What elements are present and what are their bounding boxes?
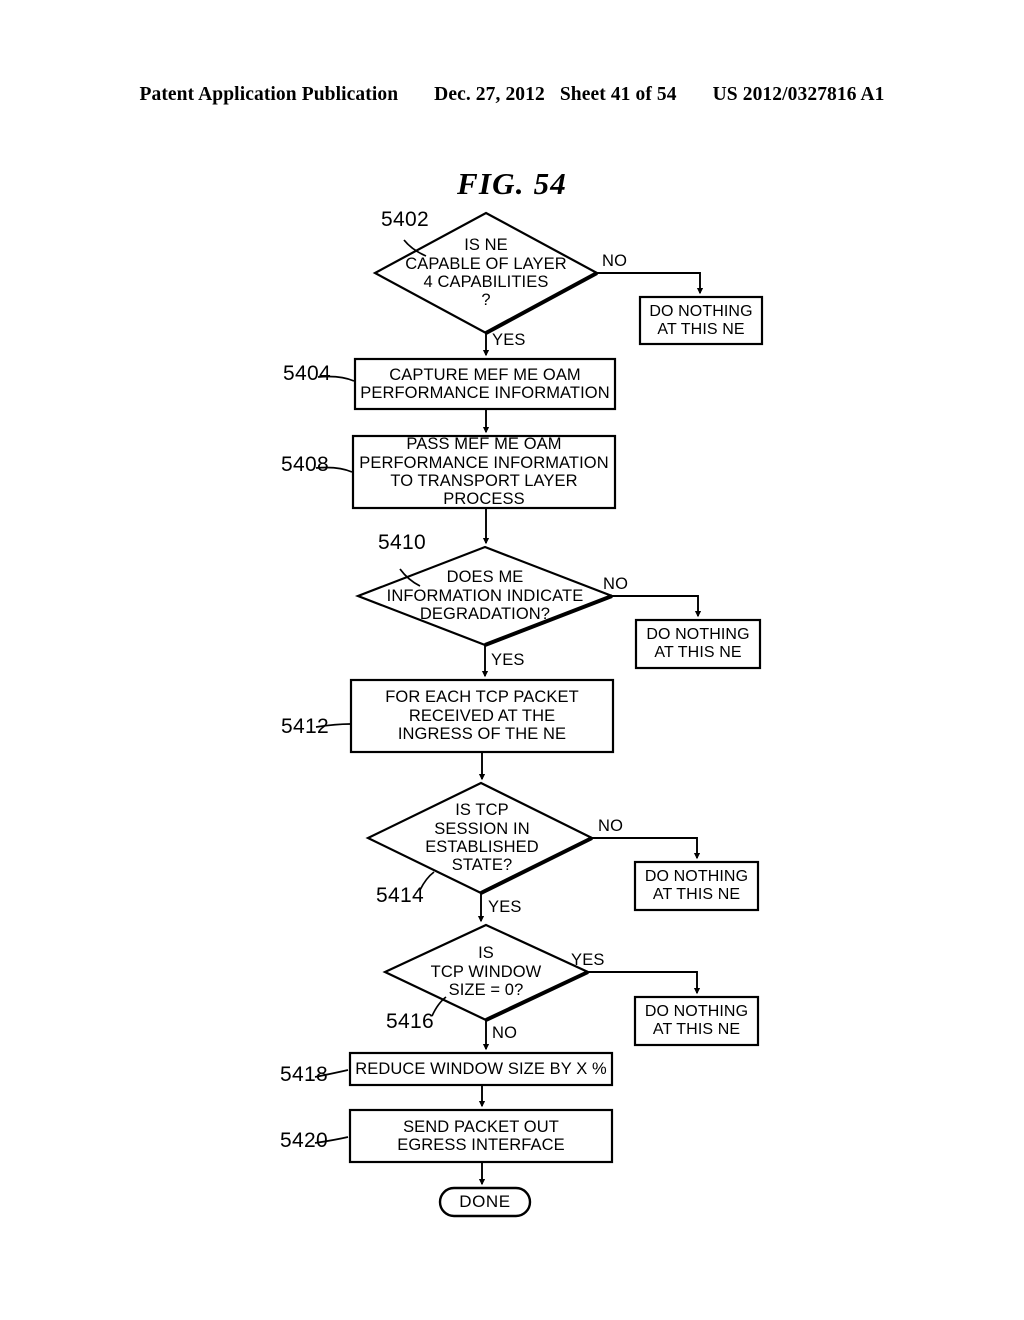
- patent-sheet: Patent Application Publication Dec. 27, …: [0, 0, 1024, 1320]
- process-do-nothing-1-text: DO NOTHING AT THIS NE: [649, 302, 753, 338]
- process-do-nothing-3-text: DO NOTHING AT THIS NE: [644, 868, 749, 903]
- branch-label-no-5402: NO: [602, 252, 628, 270]
- branch-label-yes-5414: YES: [488, 898, 522, 916]
- branch-label-yes-5416: YES: [571, 951, 605, 969]
- branch-label-no-5414: NO: [598, 817, 624, 835]
- decision-5410-text: DOES ME INFORMATION INDICATE DEGRADATION…: [386, 568, 584, 624]
- ref-numeral-5412: 5412: [281, 715, 329, 738]
- decision-5416-text: IS TCP WINDOW SIZE = 0?: [430, 944, 542, 1000]
- process-5412-text: FOR EACH TCP PACKET RECEIVED AT THE INGR…: [385, 688, 579, 744]
- terminator-done[interactable]: DONE: [440, 1188, 530, 1216]
- process-do-nothing-4-text: DO NOTHING AT THIS NE: [644, 1003, 749, 1038]
- decision-5410[interactable]: DOES ME INFORMATION INDICATE DEGRADATION…: [358, 557, 612, 635]
- decision-5414[interactable]: IS TCP SESSION IN ESTABLISHED STATE?: [386, 792, 578, 884]
- process-5418-text: REDUCE WINDOW SIZE BY X %: [355, 1059, 607, 1078]
- ref-numeral-5414: 5414: [376, 884, 424, 907]
- process-5420[interactable]: SEND PACKET OUT EGRESS INTERFACE: [350, 1110, 612, 1162]
- process-5418[interactable]: REDUCE WINDOW SIZE BY X %: [350, 1053, 612, 1085]
- ref-numeral-5416: 5416: [386, 1010, 434, 1033]
- process-do-nothing-4[interactable]: DO NOTHING AT THIS NE: [635, 997, 758, 1045]
- process-do-nothing-1[interactable]: DO NOTHING AT THIS NE: [640, 297, 762, 344]
- branch-label-yes-5410: YES: [491, 651, 525, 669]
- decision-5414-text: IS TCP SESSION IN ESTABLISHED STATE?: [425, 801, 539, 875]
- decision-5416[interactable]: IS TCP WINDOW SIZE = 0?: [395, 937, 577, 1007]
- ref-numeral-5404: 5404: [283, 362, 331, 385]
- terminator-done-text: DONE: [459, 1192, 511, 1212]
- process-5408-text: PASS MEF ME OAM PERFORMANCE INFORMATION …: [359, 435, 609, 509]
- decision-5402[interactable]: IS NE CAPABLE OF LAYER 4 CAPABILITIES ?: [375, 226, 597, 320]
- process-do-nothing-2[interactable]: DO NOTHING AT THIS NE: [636, 620, 760, 668]
- ref-numeral-5402: 5402: [381, 208, 429, 231]
- ref-numeral-5418: 5418: [280, 1063, 328, 1086]
- process-5408[interactable]: PASS MEF ME OAM PERFORMANCE INFORMATION …: [353, 435, 615, 509]
- ref-numeral-5408: 5408: [281, 453, 329, 476]
- process-5404-text: CAPTURE MEF ME OAM PERFORMANCE INFORMATI…: [360, 365, 610, 402]
- process-do-nothing-3[interactable]: DO NOTHING AT THIS NE: [635, 862, 758, 910]
- process-5420-text: SEND PACKET OUT EGRESS INTERFACE: [397, 1117, 565, 1154]
- process-5412[interactable]: FOR EACH TCP PACKET RECEIVED AT THE INGR…: [351, 680, 613, 752]
- process-do-nothing-2-text: DO NOTHING AT THIS NE: [646, 626, 750, 661]
- branch-label-no-5416: NO: [492, 1024, 518, 1042]
- decision-5402-text: IS NE CAPABLE OF LAYER 4 CAPABILITIES ?: [405, 236, 567, 310]
- ref-numeral-5410: 5410: [378, 531, 426, 554]
- branch-label-no-5410: NO: [603, 575, 629, 593]
- process-5404[interactable]: CAPTURE MEF ME OAM PERFORMANCE INFORMATI…: [355, 359, 615, 409]
- branch-label-yes-5402: YES: [492, 331, 526, 349]
- ref-numeral-5420: 5420: [280, 1129, 328, 1152]
